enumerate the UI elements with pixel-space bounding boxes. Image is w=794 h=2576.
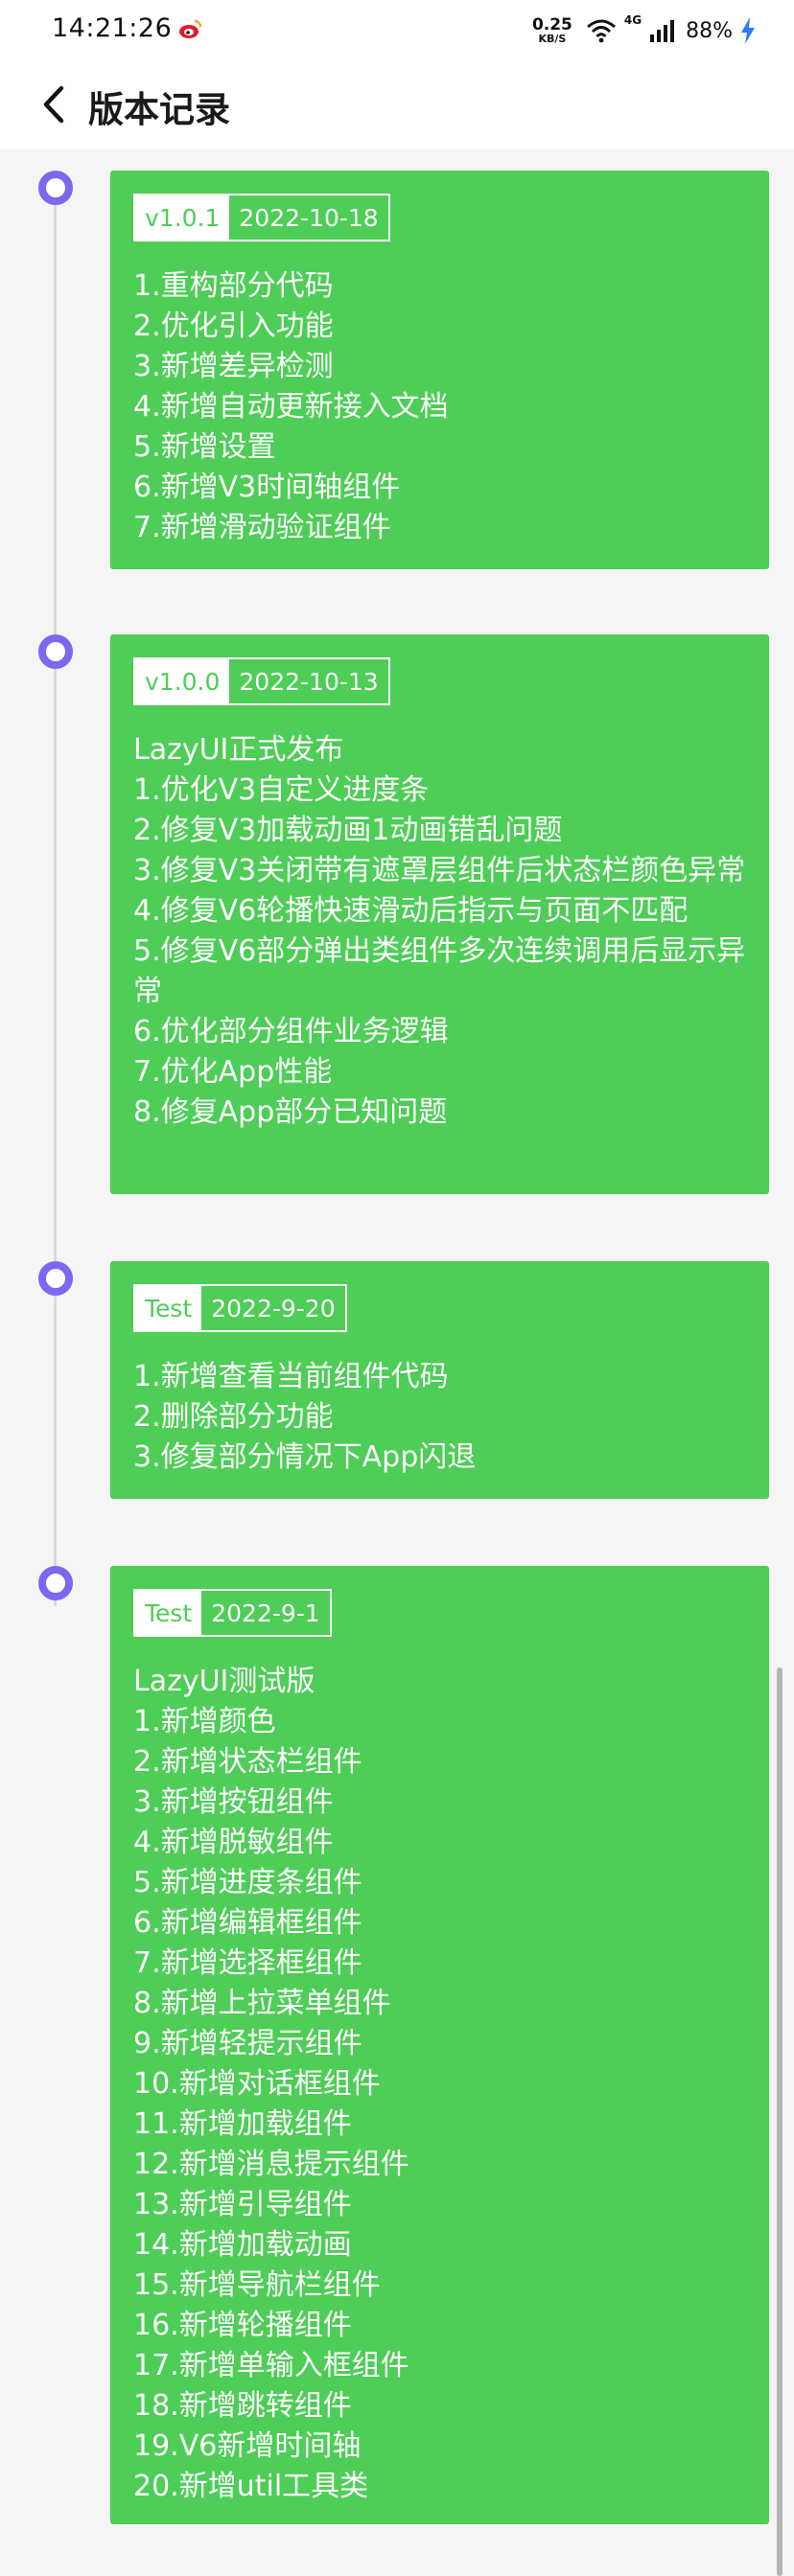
release-card: v1.0.1 2022-10-18 1.重构部分代码 2.优化引入功能 3.新增…: [110, 171, 769, 569]
release-item: 7.新增选择框组件: [133, 1946, 362, 1980]
release-item: 6.新增V3时间轴组件: [133, 471, 401, 504]
release-item: 1.重构部分代码: [133, 269, 334, 303]
release-version: v1.0.1: [135, 196, 230, 240]
wifi-icon: [586, 19, 616, 43]
release-item: 3.修复V3关闭带有遮罩层组件后状态栏颜色异常: [133, 854, 746, 887]
status-time: 14:21:26: [52, 13, 173, 43]
release-item: 6.新增编辑框组件: [133, 1906, 362, 1940]
release-item: 8.修复App部分已知问题: [133, 1095, 448, 1129]
release-item: 3.新增差异检测: [133, 350, 334, 383]
net-speed-value: 0.25: [531, 15, 572, 34]
timeline-dot: [38, 171, 73, 205]
release-date: 2022-9-20: [211, 1294, 336, 1322]
release-item: 1.优化V3自定义进度条: [133, 773, 430, 807]
release-item: 7.优化App性能: [133, 1055, 333, 1089]
timeline-dot: [38, 634, 73, 669]
network-type-label: 4G: [623, 13, 642, 27]
release-tag: v1.0.1 2022-10-18: [133, 194, 390, 242]
signal-icon: [650, 20, 675, 42]
release-item: 2.删除部分功能: [133, 1400, 334, 1434]
release-date: 2022-9-1: [211, 1598, 320, 1627]
release-item: 4.修复V6轮播快速滑动后指示与页面不匹配: [133, 894, 689, 928]
release-item: 5.新增进度条组件: [133, 1866, 362, 1899]
release-tag: Test 2022-9-1: [133, 1589, 332, 1637]
release-item: 4.新增自动更新接入文档: [133, 390, 449, 424]
net-speed-unit: KB/S: [538, 33, 567, 45]
release-item: 5.修复V6部分弹出类组件多次连续调用后显示异常: [133, 934, 746, 1008]
release-item: 1.新增颜色: [133, 1705, 276, 1738]
release-item: 18.新增跳转组件: [133, 2389, 352, 2423]
release-version: v1.0.0: [135, 659, 230, 703]
release-item: 20.新增util工具类: [133, 2470, 369, 2503]
release-date: 2022-10-13: [239, 667, 379, 696]
version-timeline: v1.0.1 2022-10-18 1.重构部分代码 2.优化引入功能 3.新增…: [0, 150, 794, 2576]
app-header: 版本记录: [0, 59, 794, 150]
release-card: v1.0.0 2022-10-13 LazyUI正式发布 1.优化V3自定义进度…: [110, 634, 769, 1194]
timeline-dot: [38, 1566, 73, 1600]
release-items: LazyUI正式发布 1.优化V3自定义进度条 2.修复V3加载动画1动画错乱问…: [133, 730, 746, 1133]
status-bar: 14:21:26 0.25 KB/S 4G 88%: [0, 0, 794, 59]
battery-percent: 88%: [686, 18, 733, 43]
release-tag: Test 2022-9-20: [133, 1284, 347, 1332]
release-items: 1.重构部分代码 2.优化引入功能 3.新增差异检测 4.新增自动更新接入文档 …: [133, 266, 746, 548]
release-item: 2.新增状态栏组件: [133, 1745, 362, 1779]
release-items: 1.新增查看当前组件代码 2.删除部分功能 3.修复部分情况下App闪退: [133, 1357, 746, 1478]
timeline-dot: [38, 1261, 73, 1296]
release-item: 14.新增加载动画: [133, 2228, 352, 2262]
net-speed: 0.25 KB/S: [531, 15, 572, 45]
release-item: 12.新增消息提示组件: [133, 2148, 409, 2181]
timeline-line: [54, 188, 57, 1606]
scrollbar[interactable]: [777, 1668, 782, 2576]
release-item: 17.新增单输入框组件: [133, 2349, 409, 2382]
release-item: 2.修复V3加载动画1动画错乱问题: [133, 814, 563, 847]
release-item: 8.新增上拉菜单组件: [133, 1987, 391, 2020]
back-arrow-icon[interactable]: [35, 82, 73, 126]
release-card: Test 2022-9-20 1.新增查看当前组件代码 2.删除部分功能 3.修…: [110, 1261, 769, 1499]
release-date: 2022-10-18: [239, 203, 379, 232]
release-item: 11.新增加载组件: [133, 2107, 352, 2141]
charging-bolt-icon: [741, 17, 755, 44]
release-items: LazyUI测试版 1.新增颜色 2.新增状态栏组件 3.新增按钮组件 4.新增…: [133, 1662, 746, 2507]
release-version: Test: [135, 1591, 202, 1635]
release-item: 10.新增对话框组件: [133, 2067, 381, 2101]
release-item: 2.优化引入功能: [133, 310, 334, 343]
release-version: Test: [135, 1286, 202, 1330]
weibo-notification-icon: [179, 19, 202, 38]
release-item: 4.新增脱敏组件: [133, 1826, 334, 1859]
release-card: Test 2022-9-1 LazyUI测试版 1.新增颜色 2.新增状态栏组件…: [110, 1566, 769, 2524]
release-item: LazyUI正式发布: [133, 733, 344, 767]
release-item: 19.V6新增时间轴: [133, 2429, 362, 2463]
release-item: 9.新增轻提示组件: [133, 2027, 362, 2060]
release-item: 15.新增导航栏组件: [133, 2268, 381, 2302]
release-item: 13.新增引导组件: [133, 2188, 352, 2221]
release-item: 16.新增轮播组件: [133, 2309, 352, 2342]
release-tag: v1.0.0 2022-10-13: [133, 657, 390, 705]
page-title: 版本记录: [88, 89, 230, 130]
release-item: 5.新增设置: [133, 430, 276, 464]
release-item: 3.新增按钮组件: [133, 1785, 334, 1819]
release-item: 6.优化部分组件业务逻辑: [133, 1015, 449, 1048]
release-item: 1.新增查看当前组件代码: [133, 1360, 449, 1393]
release-item: 3.修复部分情况下App闪退: [133, 1440, 477, 1474]
release-item: 7.新增滑动验证组件: [133, 511, 391, 544]
release-item: LazyUI测试版: [133, 1665, 315, 1698]
